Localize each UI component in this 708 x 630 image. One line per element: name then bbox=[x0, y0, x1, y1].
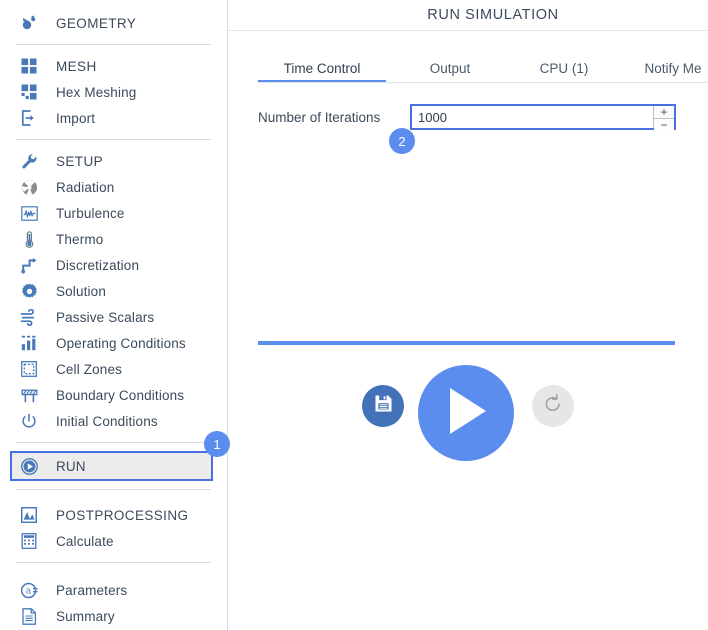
floppy-disk-icon bbox=[374, 394, 393, 418]
sidebar-item-boundary-conditions[interactable]: Boundary Conditions bbox=[0, 382, 227, 408]
sidebar-item-label: Summary bbox=[56, 608, 115, 624]
bar-chart-icon bbox=[16, 331, 42, 355]
sidebar-item-label: RUN bbox=[56, 458, 86, 474]
sidebar-item-postprocessing[interactable]: POSTPROCESSING bbox=[0, 502, 227, 528]
thermometer-icon bbox=[16, 227, 42, 251]
play-circle-icon bbox=[16, 454, 42, 478]
stepper-decrement-button[interactable]: − bbox=[654, 119, 674, 131]
sidebar-item-label: Hex Meshing bbox=[56, 84, 137, 100]
wind-icon bbox=[16, 305, 42, 329]
application-window: GEOMETRY MESH Hex Meshing Import SETUP R… bbox=[0, 0, 708, 630]
sidebar-item-label: Operating Conditions bbox=[56, 335, 186, 351]
number-of-iterations-input[interactable] bbox=[412, 106, 653, 128]
step-badge-1: 1 bbox=[204, 431, 230, 457]
document-icon bbox=[16, 604, 42, 628]
parameters-icon: a bbox=[16, 578, 42, 602]
sidebar-item-label: Thermo bbox=[56, 231, 104, 247]
gear-icon bbox=[16, 279, 42, 303]
mesh-icon bbox=[16, 54, 42, 78]
sidebar-divider bbox=[16, 44, 211, 45]
sidebar-item-operating-conditions[interactable]: Operating Conditions bbox=[0, 330, 227, 356]
sidebar-item-label: Turbulence bbox=[56, 205, 125, 221]
sidebar-item-thermo[interactable]: Thermo bbox=[0, 226, 227, 252]
number-of-iterations-stepper[interactable]: + − bbox=[410, 104, 676, 131]
step-badge-2: 2 bbox=[389, 128, 415, 154]
hex-meshing-icon bbox=[16, 80, 42, 104]
sidebar-item-radiation[interactable]: Radiation bbox=[0, 174, 227, 200]
sidebar-item-run[interactable]: RUN bbox=[10, 451, 213, 481]
sidebar-item-setup[interactable]: SETUP bbox=[0, 148, 227, 174]
sidebar-divider bbox=[16, 489, 211, 490]
sidebar-item-calculate[interactable]: Calculate bbox=[0, 528, 227, 554]
discretization-icon bbox=[16, 253, 42, 277]
sidebar-item-label: Boundary Conditions bbox=[56, 387, 185, 403]
wrench-icon bbox=[16, 149, 42, 173]
sidebar-item-label: SETUP bbox=[56, 153, 104, 169]
sidebar-item-label: GEOMETRY bbox=[56, 15, 137, 31]
cell-zones-icon bbox=[16, 357, 42, 381]
sidebar-divider bbox=[16, 562, 211, 563]
number-of-iterations-label: Number of Iterations bbox=[258, 109, 381, 125]
sidebar-item-parameters[interactable]: a Parameters bbox=[0, 577, 227, 603]
tab-notify-me[interactable]: Notify Me bbox=[618, 61, 708, 83]
import-icon bbox=[16, 106, 42, 130]
stepper-buttons: + − bbox=[653, 106, 674, 131]
action-button-bar bbox=[228, 365, 706, 468]
sidebar-item-solution[interactable]: Solution bbox=[0, 278, 227, 304]
sidebar-divider bbox=[16, 442, 211, 443]
sidebar-item-label: Parameters bbox=[56, 582, 128, 598]
sidebar-navigation: GEOMETRY MESH Hex Meshing Import SETUP R… bbox=[0, 0, 228, 630]
sidebar-item-label: Calculate bbox=[56, 533, 114, 549]
calculator-icon bbox=[16, 529, 42, 553]
sidebar-item-label: POSTPROCESSING bbox=[56, 507, 189, 523]
action-bar-divider bbox=[258, 341, 675, 345]
radiation-icon bbox=[16, 175, 42, 199]
postprocessing-icon bbox=[16, 503, 42, 527]
reset-button[interactable] bbox=[532, 385, 574, 427]
tab-output[interactable]: Output bbox=[390, 61, 510, 83]
main-panel: RUN SIMULATION Time Control Output CPU (… bbox=[228, 0, 708, 630]
sidebar-divider bbox=[16, 139, 211, 140]
sidebar-item-label: Import bbox=[56, 110, 96, 126]
boundary-conditions-icon bbox=[16, 383, 42, 407]
play-icon bbox=[441, 385, 491, 442]
refresh-icon bbox=[543, 393, 563, 419]
svg-text:a: a bbox=[25, 586, 31, 596]
sidebar-item-label: MESH bbox=[56, 58, 97, 74]
sidebar-item-summary[interactable]: Summary bbox=[0, 603, 227, 629]
page-title: RUN SIMULATION bbox=[427, 7, 559, 23]
sidebar-item-cell-zones[interactable]: Cell Zones bbox=[0, 356, 227, 382]
sidebar-item-passive-scalars[interactable]: Passive Scalars bbox=[0, 304, 227, 330]
turbulence-icon bbox=[16, 201, 42, 225]
sidebar-item-label: Cell Zones bbox=[56, 361, 123, 377]
sidebar-item-discretization[interactable]: Discretization bbox=[0, 252, 227, 278]
sidebar-item-label: Solution bbox=[56, 283, 106, 299]
geometry-icon bbox=[16, 11, 42, 35]
sidebar-item-hex-meshing[interactable]: Hex Meshing bbox=[0, 79, 227, 105]
sidebar-item-turbulence[interactable]: Turbulence bbox=[0, 200, 227, 226]
sidebar-item-label: Initial Conditions bbox=[56, 413, 158, 429]
sidebar-item-label: Radiation bbox=[56, 179, 115, 195]
number-of-iterations-row: Number of Iterations + − bbox=[228, 104, 708, 131]
run-button[interactable] bbox=[418, 365, 514, 461]
sidebar-item-label: Passive Scalars bbox=[56, 309, 155, 325]
tab-time-control[interactable]: Time Control bbox=[258, 61, 386, 83]
power-icon bbox=[16, 409, 42, 433]
sidebar-item-geometry[interactable]: GEOMETRY bbox=[0, 10, 227, 36]
sidebar-item-mesh[interactable]: MESH bbox=[0, 53, 227, 79]
sidebar-item-label: Discretization bbox=[56, 257, 140, 273]
tab-bar: Time Control Output CPU (1) Notify Me bbox=[258, 31, 708, 83]
tab-cpu[interactable]: CPU (1) bbox=[510, 61, 618, 83]
save-button[interactable] bbox=[362, 385, 404, 427]
sidebar-item-import[interactable]: Import bbox=[0, 105, 227, 131]
tab-bar-divider bbox=[258, 82, 708, 83]
sidebar-item-initial-conditions[interactable]: Initial Conditions bbox=[0, 408, 227, 434]
